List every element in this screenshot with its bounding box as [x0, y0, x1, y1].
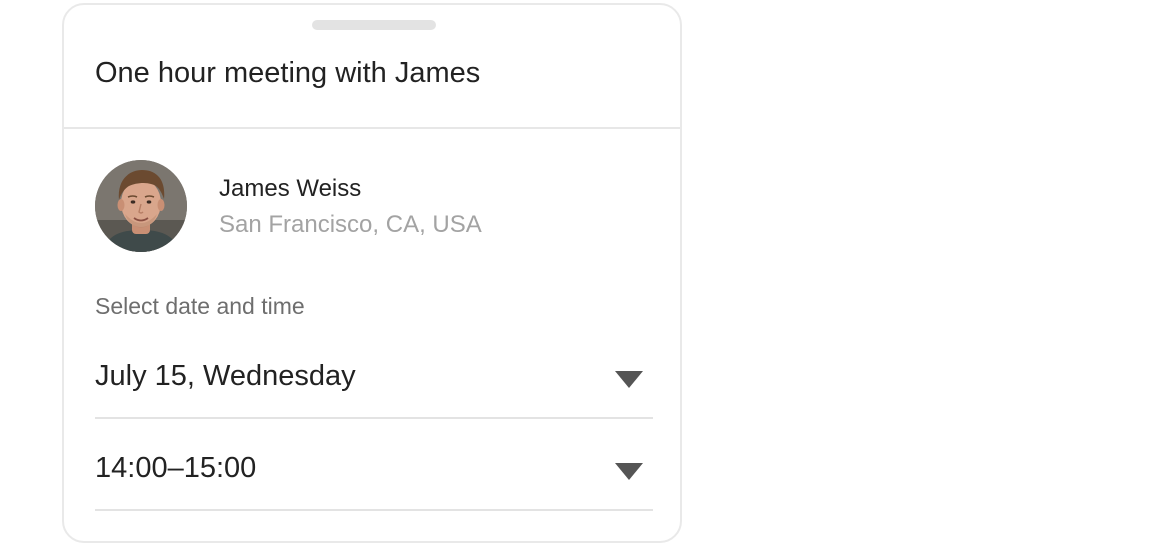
date-select-value: July 15, Wednesday [95, 360, 356, 392]
meeting-title: One hour meeting with James [95, 57, 481, 89]
host-avatar [95, 160, 187, 252]
date-select-divider [95, 417, 653, 419]
caret-down-icon [615, 463, 643, 480]
host-location: San Francisco, CA, USA [219, 211, 482, 238]
time-select[interactable]: 14:00–15:00 [95, 431, 653, 511]
person-photo-icon [95, 160, 187, 252]
drag-handle[interactable] [312, 20, 436, 30]
host-name: James Weiss [219, 175, 362, 202]
booking-sheet: One hour meeting with James James Weiss … [62, 3, 682, 543]
time-select-divider [95, 509, 653, 511]
time-select-value: 14:00–15:00 [95, 452, 257, 484]
date-time-label: Select date and time [95, 293, 305, 319]
date-select[interactable]: July 15, Wednesday [95, 339, 653, 419]
caret-down-icon [615, 371, 643, 388]
header-divider [64, 127, 680, 129]
